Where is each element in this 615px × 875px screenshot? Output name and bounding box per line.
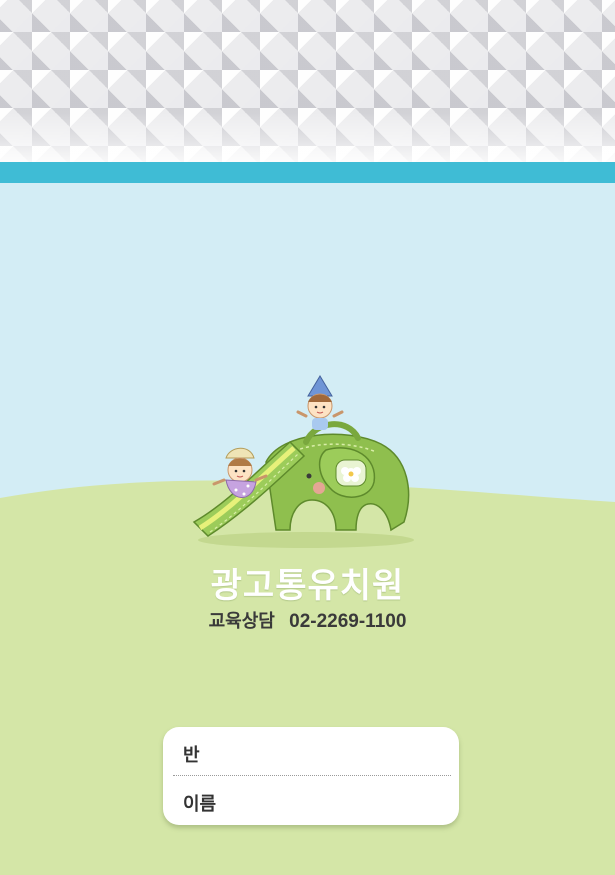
card-divider — [173, 775, 451, 776]
elephant-slide-illustration — [192, 375, 414, 548]
kindergarten-name: 광고통유치원 — [210, 566, 405, 606]
name-tag-card: 반 이름 — [163, 727, 459, 825]
class-label: 반 — [183, 745, 200, 766]
contact-phone: 02-2269-1100 — [289, 611, 407, 632]
contact-line: 교육상담 02-2269-1100 — [0, 607, 615, 633]
contact-label: 교육상담 — [208, 611, 275, 632]
name-label: 이름 — [183, 794, 217, 815]
